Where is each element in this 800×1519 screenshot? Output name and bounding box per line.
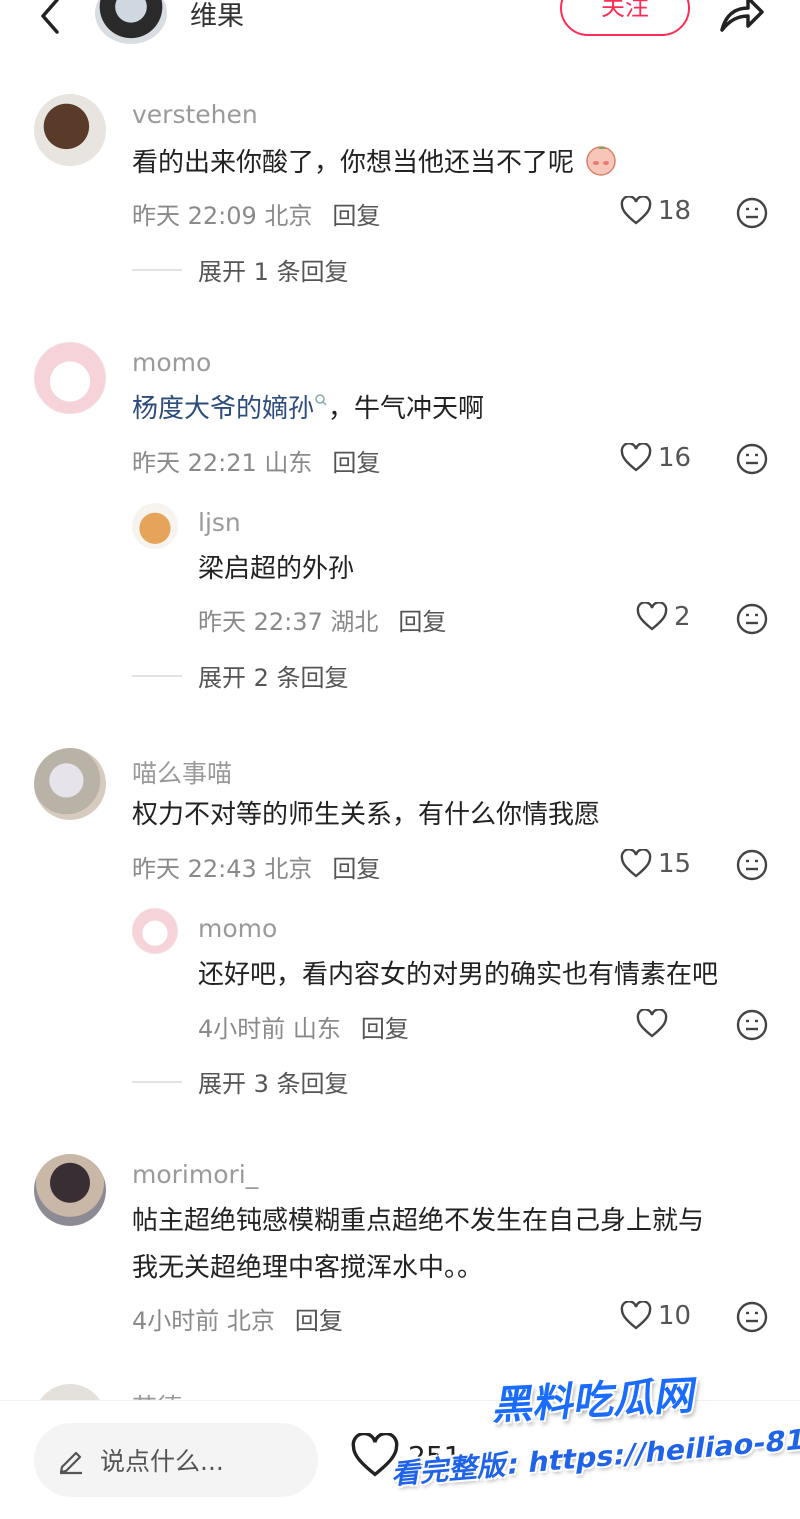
reply-user-avatar[interactable] — [132, 503, 178, 549]
comment-text[interactable]: 杨度大爷的嫡孙 ，牛气冲天啊 — [132, 386, 484, 432]
like-button[interactable]: 10 — [620, 1301, 691, 1331]
emoji-reaction-icon[interactable] — [735, 602, 769, 636]
comment-meta: 昨天 22:21 山东 回复 — [132, 443, 380, 478]
emoji-reaction-icon[interactable] — [735, 1008, 769, 1042]
emoji-reaction-icon[interactable] — [735, 1300, 769, 1334]
comment-time-location: 昨天 22:21 山东 — [132, 449, 313, 477]
comment-time-location: 4小时前 北京 — [132, 1307, 275, 1335]
emoji-reaction-icon[interactable] — [735, 442, 769, 476]
reply-button[interactable]: 回复 — [332, 449, 380, 477]
like-count: 2 — [674, 602, 691, 632]
heart-icon — [351, 1433, 399, 1477]
heart-icon — [620, 849, 652, 878]
reply-username[interactable]: ljsn — [198, 508, 241, 537]
share-icon — [720, 0, 764, 32]
comment-time-location: 昨天 22:09 北京 — [132, 202, 313, 230]
reply-time-location: 4小时前 山东 — [198, 1015, 341, 1043]
comment-username[interactable]: 喵么事喵 — [132, 754, 232, 790]
heart-icon — [636, 602, 668, 631]
comment-username[interactable]: morimori_ — [132, 1160, 258, 1189]
comment-text-line-1[interactable]: 帖主超绝钝感模糊重点超绝不发生在自己身上就与 — [132, 1198, 704, 1244]
expand-replies-button[interactable]: 展开 1 条回复 — [132, 252, 349, 287]
comment-time-location: 昨天 22:43 北京 — [132, 855, 313, 883]
like-button[interactable]: 16 — [620, 443, 691, 473]
comment-meta: 昨天 22:09 北京 回复 — [132, 196, 380, 231]
follow-button[interactable]: 关注 — [560, 0, 690, 36]
expand-replies-label: 展开 2 条回复 — [198, 664, 349, 692]
author-avatar[interactable] — [95, 0, 167, 44]
comment-meta: 昨天 22:43 北京 回复 — [132, 849, 380, 884]
expand-replies-label: 展开 1 条回复 — [198, 258, 349, 286]
reply-text[interactable]: 梁启超的外孙 — [198, 546, 354, 592]
share-button[interactable] — [716, 0, 766, 36]
search-icon — [315, 394, 327, 406]
comment-text[interactable]: 看的出来你酸了，你想当他还当不了呢 — [132, 140, 618, 186]
reply-button[interactable]: 回复 — [332, 855, 380, 883]
heart-icon — [636, 1009, 668, 1038]
user-avatar[interactable] — [34, 342, 106, 414]
comment-input[interactable]: 说点什么... — [34, 1423, 318, 1497]
author-name[interactable]: 维果 — [190, 0, 244, 33]
comment-text-content: ，牛气冲天啊 — [328, 394, 485, 424]
comment-text-content: 看的出来你酸了，你想当他还当不了呢 — [132, 148, 575, 178]
emoji-reaction-icon[interactable] — [735, 196, 769, 230]
heart-icon — [620, 443, 652, 472]
user-avatar[interactable] — [34, 748, 106, 820]
comment-username[interactable]: verstehen — [132, 100, 258, 129]
expand-replies-button[interactable]: 展开 3 条回复 — [132, 1064, 349, 1099]
reply-time-location: 昨天 22:37 湖北 — [198, 608, 379, 636]
emoji-peach-icon — [586, 146, 617, 176]
divider-line — [132, 268, 182, 271]
reply-text[interactable]: 还好吧，看内容女的对男的确实也有情素在吧 — [198, 952, 718, 998]
reply-button[interactable]: 回复 — [361, 1015, 409, 1043]
divider-line — [132, 674, 182, 677]
comment-text[interactable]: 权力不对等的师生关系，有什么你情我愿 — [132, 792, 600, 838]
heart-icon — [620, 1301, 652, 1330]
watermark-logo: 黑料吃瓜网 — [490, 1372, 701, 1430]
heart-icon — [620, 196, 652, 225]
comment-username[interactable]: momo — [132, 348, 211, 377]
reply-button[interactable]: 回复 — [398, 608, 446, 636]
reply-meta: 4小时前 山东 回复 — [198, 1009, 409, 1044]
reply-button[interactable]: 回复 — [295, 1307, 343, 1335]
pencil-icon — [59, 1451, 82, 1475]
like-button[interactable]: 2 — [636, 602, 691, 632]
like-count: 16 — [658, 443, 692, 473]
reply-button[interactable]: 回复 — [332, 202, 380, 230]
like-button[interactable]: 18 — [620, 196, 691, 226]
like-count: 10 — [658, 1301, 692, 1331]
topic-link[interactable]: 杨度大爷的嫡孙 — [132, 394, 314, 424]
expand-replies-label: 展开 3 条回复 — [198, 1070, 349, 1098]
like-count: 15 — [658, 849, 692, 879]
reply-username[interactable]: momo — [198, 914, 277, 943]
reply-meta: 昨天 22:37 湖北 回复 — [198, 602, 446, 637]
like-button[interactable] — [636, 1009, 668, 1039]
user-avatar[interactable] — [34, 94, 106, 166]
top-nav-bar: 维果 关注 — [0, 0, 800, 56]
divider-line — [132, 1080, 182, 1083]
reply-user-avatar[interactable] — [132, 908, 178, 954]
expand-replies-button[interactable]: 展开 2 条回复 — [132, 658, 349, 693]
back-button[interactable] — [30, 0, 70, 36]
like-count: 18 — [658, 196, 692, 226]
user-avatar[interactable] — [34, 1154, 106, 1226]
like-button[interactable]: 15 — [620, 849, 691, 879]
comment-input-placeholder: 说点什么... — [100, 1447, 224, 1476]
chevron-left-icon — [41, 0, 59, 34]
comment-text-line-2[interactable]: 我无关超绝理中客搅浑水中。。 — [132, 1245, 483, 1291]
emoji-reaction-icon[interactable] — [735, 848, 769, 882]
comment-meta: 4小时前 北京 回复 — [132, 1301, 343, 1336]
